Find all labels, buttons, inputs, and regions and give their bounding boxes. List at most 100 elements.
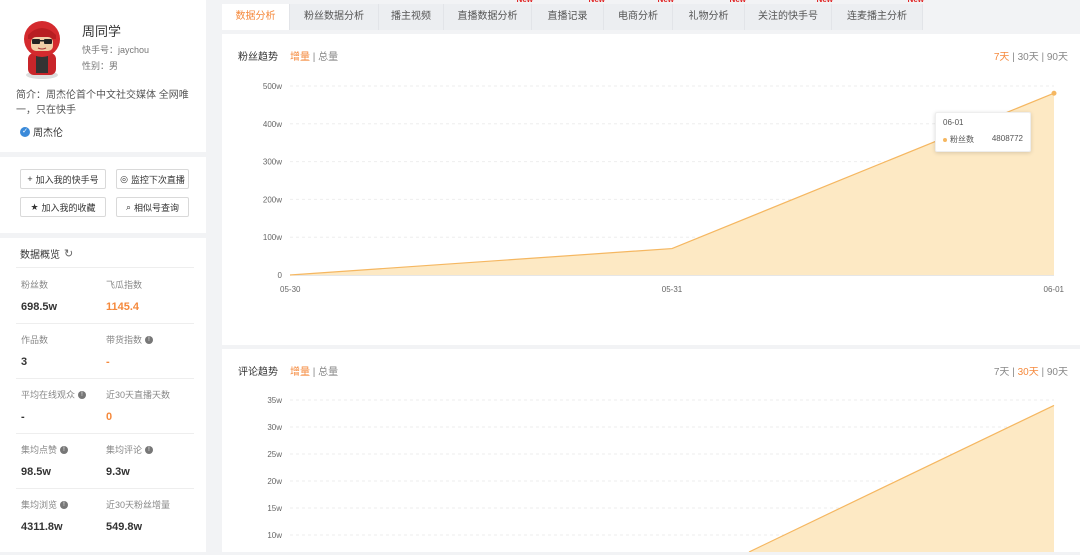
tab-item[interactable]: 电商分析 New	[604, 0, 674, 30]
stat-item: 集均浏览! 4311.8w	[21, 498, 111, 533]
new-badge: New	[517, 0, 533, 5]
stat-item: 作品数 3	[21, 333, 111, 368]
tab-item[interactable]: 数据分析	[222, 4, 290, 30]
panel-title: 粉丝趋势	[238, 52, 278, 63]
stat-label: 平均在线观众	[21, 390, 76, 400]
data-point[interactable]	[1051, 90, 1057, 96]
y-tick-label: 100w	[263, 233, 282, 242]
profile-card: 周同学 快手号：jaychou 性别：男 简介：周杰伦首个中文社交媒体 全网唯一…	[0, 0, 206, 152]
similar-search-button[interactable]: ⌕ 相似号查询	[116, 197, 189, 217]
y-tick-label: 25w	[267, 450, 282, 459]
stat-item: 集均点赞! 98.5w	[21, 443, 111, 478]
comments-trend-chart: 35w 30w 25w 20w 15w 10w	[267, 396, 1055, 553]
tab-label: 播主视频	[391, 11, 431, 22]
tooltip-dot-icon	[943, 137, 947, 142]
range-90d[interactable]: 90天	[1047, 367, 1068, 378]
stat-label: 近30天直播天数	[106, 390, 171, 400]
y-tick-label: 20w	[267, 477, 282, 486]
tab-bar: 数据分析粉丝数据分析播主视频直播数据分析New直播记录New电商分析New礼物分…	[222, 0, 1080, 30]
stat-label: 集均浏览	[21, 500, 58, 510]
range-toggle: 7天 | 30天 | 90天	[993, 52, 1068, 63]
mode-total[interactable]: 总量	[318, 367, 338, 378]
refresh-icon[interactable]: ↻	[64, 247, 73, 260]
mode-total[interactable]: 总量	[318, 52, 338, 63]
y-tick-label: 200w	[263, 195, 282, 204]
mode-increment[interactable]: 增量	[290, 52, 310, 63]
tab-item[interactable]: 礼物分析 New	[673, 0, 746, 30]
main-content: 数据分析粉丝数据分析播主视频直播数据分析New直播记录New电商分析New礼物分…	[222, 0, 1080, 553]
fans-trend-chart: 0 100w 200w 300w 400w 500w 05-30 05-31 06-01	[263, 82, 1065, 294]
actions-card: + 加入我的快手号 ◎ 监控下次直播 ★ 加入我的收藏 ⌕ 相似号查询	[0, 157, 206, 233]
info-icon[interactable]: !	[145, 335, 154, 344]
new-badge: New	[658, 0, 674, 5]
stat-value: 98.5w	[21, 466, 51, 478]
range-7d[interactable]: 7天	[994, 52, 1010, 63]
range-30d[interactable]: 30天	[1018, 367, 1039, 378]
x-tick-label: 05-31	[662, 285, 683, 294]
tooltip-value: 4808772	[991, 134, 1023, 143]
add-favorite-button[interactable]: ★ 加入我的收藏	[20, 197, 106, 217]
tab-label: 关注的快手号	[758, 11, 818, 22]
stat-item: 粉丝数 698.5w	[21, 278, 111, 313]
stat-item: 飞瓜指数 1145.4	[106, 278, 196, 313]
stat-item: 集均评论! 9.3w	[106, 443, 196, 478]
y-tick-label: 500w	[263, 82, 282, 91]
fans-trend-panel: 粉丝趋势 增量 | 总量 7天 | 30天 | 90天 0 100w 200w 300…	[222, 34, 1080, 345]
stat-label: 作品数	[21, 335, 49, 345]
panel-title: 评论趋势	[238, 367, 278, 378]
range-30d[interactable]: 30天	[1018, 52, 1039, 63]
gender: 性别：男	[82, 61, 119, 71]
x-tick-label: 06-01	[1044, 285, 1065, 294]
tab-label: 直播数据分析	[457, 11, 518, 22]
info-icon[interactable]: !	[60, 500, 69, 509]
stat-item: 带货指数! -	[106, 333, 196, 368]
stat-label: 粉丝数	[21, 280, 49, 290]
tab-label: 粉丝数据分析	[304, 11, 364, 22]
chart-tooltip: 06-01 粉丝数 4808772	[935, 112, 1031, 152]
tab-label: 数据分析	[235, 11, 276, 22]
tab-item[interactable]: 关注的快手号 New	[745, 0, 833, 30]
y-tick-label: 300w	[263, 158, 282, 167]
y-tick-label: 35w	[267, 396, 282, 405]
mode-increment[interactable]: 增量	[290, 367, 310, 378]
y-tick-label: 30w	[267, 423, 282, 432]
range-7d[interactable]: 7天	[994, 367, 1010, 378]
stat-value: 4311.8w	[21, 521, 63, 533]
range-90d[interactable]: 90天	[1047, 52, 1068, 63]
tab-item[interactable]: 播主视频	[379, 4, 444, 30]
tab-label: 电商分析	[618, 11, 658, 22]
stat-value: 9.3w	[106, 466, 130, 478]
monitor-live-button[interactable]: ◎ 监控下次直播	[116, 169, 189, 189]
stat-item: 平均在线观众! -	[21, 388, 111, 423]
info-icon[interactable]: !	[145, 445, 154, 454]
add-account-button[interactable]: + 加入我的快手号	[20, 169, 106, 189]
tab-item[interactable]: 直播数据分析 New	[444, 0, 533, 30]
tab-label: 礼物分析	[688, 11, 729, 22]
info-icon[interactable]: !	[60, 445, 69, 454]
account-id: 快手号：jaychou	[82, 45, 150, 55]
search-icon: ⌕	[125, 201, 132, 212]
stat-item: 近30天直播天数 0	[106, 388, 196, 423]
stat-value: 698.5w	[21, 301, 58, 313]
y-tick-label: 15w	[267, 504, 282, 513]
verified-check-icon: ✓	[20, 126, 30, 137]
new-badge: New	[589, 0, 605, 5]
user-name: 周同学	[82, 24, 122, 39]
mode-toggle: 增量 | 总量	[290, 52, 339, 63]
stat-label: 集均点赞	[21, 445, 58, 455]
verified-badge: ✓ 周杰伦	[20, 124, 63, 139]
overview-title: 数据概览 ↻	[20, 247, 74, 261]
tab-label: 直播记录	[547, 11, 588, 22]
tab-item[interactable]: 连麦播主分析 New	[832, 0, 924, 30]
x-tick-label: 05-30	[280, 285, 301, 294]
divider	[16, 267, 194, 268]
overview-card: 数据概览 ↻ 粉丝数 698.5w 飞瓜指数 1145.4 作品数 3 带货指数! - 平均在线…	[0, 238, 206, 552]
new-badge: New	[908, 0, 924, 5]
tooltip-label: 粉丝数	[950, 135, 974, 144]
stat-value: -	[21, 411, 25, 423]
tab-item[interactable]: 粉丝数据分析	[290, 4, 379, 30]
y-tick-label: 0	[278, 271, 283, 280]
tab-item[interactable]: 直播记录 New	[532, 0, 605, 30]
info-icon[interactable]: !	[78, 390, 87, 399]
comments-trend-panel: 评论趋势 增量 | 总量 7天 | 30天 | 90天 35w 30w 25w 20w…	[222, 349, 1080, 553]
